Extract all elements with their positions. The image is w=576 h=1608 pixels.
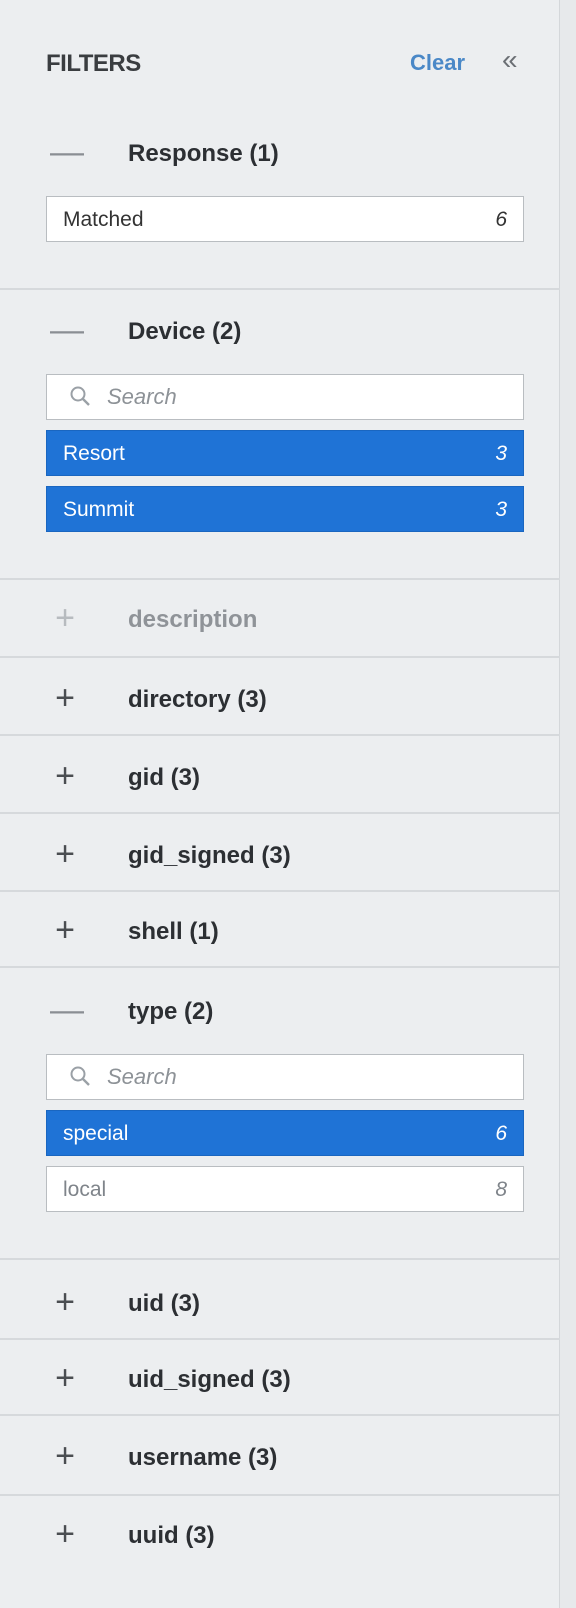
- filters-header: FILTERS Clear «: [0, 36, 560, 92]
- section-label-device: Device (2): [128, 318, 242, 345]
- section-divider: [0, 1414, 560, 1416]
- filter-option-count: 8: [495, 1178, 507, 1201]
- section-divider: [0, 890, 560, 892]
- search-icon: [70, 1066, 90, 1086]
- section-header-directory[interactable]: + directory (3): [0, 670, 560, 726]
- section-header-response[interactable]: — Response (1): [0, 124, 560, 180]
- section-header-username[interactable]: + username (3): [0, 1428, 560, 1484]
- section-divider: [0, 288, 560, 290]
- device-search-input[interactable]: [107, 381, 507, 413]
- clear-filters-link[interactable]: Clear: [410, 50, 465, 76]
- expand-section-icon: +: [55, 599, 75, 637]
- expand-section-icon[interactable]: +: [50, 678, 80, 718]
- search-icon: [70, 386, 90, 406]
- expand-section-icon[interactable]: +: [50, 1436, 80, 1476]
- expand-section-icon[interactable]: +: [50, 1282, 80, 1322]
- section-header-gid[interactable]: + gid (3): [0, 748, 560, 804]
- section-divider: [0, 812, 560, 814]
- filter-option-name: local: [63, 1178, 107, 1201]
- section-divider: [0, 1494, 560, 1496]
- section-label-uid: uid (3): [128, 1290, 200, 1317]
- section-header-uid-signed[interactable]: + uid_signed (3): [0, 1350, 560, 1406]
- section-label-directory: directory (3): [128, 686, 267, 713]
- type-search-input[interactable]: [107, 1061, 507, 1093]
- expand-section-icon[interactable]: +: [50, 1358, 80, 1398]
- section-divider: [0, 966, 560, 968]
- section-label-uuid: uuid (3): [128, 1522, 215, 1549]
- filter-option-name: Summit: [63, 498, 135, 521]
- collapse-section-icon[interactable]: —: [50, 310, 84, 350]
- section-header-description: + description: [0, 590, 560, 646]
- section-label-type: type (2): [128, 998, 214, 1025]
- collapse-section-icon[interactable]: —: [50, 990, 84, 1030]
- section-label-description: description: [128, 606, 258, 633]
- section-label-gid: gid (3): [128, 764, 200, 791]
- section-divider: [0, 1258, 560, 1260]
- filter-option-resort[interactable]: Resort 3: [46, 430, 524, 476]
- section-label-response: Response (1): [128, 140, 279, 167]
- type-search-box: [46, 1054, 524, 1100]
- filter-option-name: Matched: [63, 208, 144, 231]
- section-header-uuid[interactable]: + uuid (3): [0, 1506, 560, 1562]
- section-header-uid[interactable]: + uid (3): [0, 1274, 560, 1330]
- section-header-gid-signed[interactable]: + gid_signed (3): [0, 826, 560, 882]
- expand-section-icon[interactable]: +: [50, 910, 80, 950]
- section-label-gid-signed: gid_signed (3): [128, 842, 291, 869]
- filter-option-count: 6: [495, 208, 507, 231]
- section-divider: [0, 734, 560, 736]
- filter-option-name: special: [63, 1122, 129, 1145]
- collapse-section-icon[interactable]: —: [50, 132, 84, 172]
- filter-option-matched[interactable]: Matched 6: [46, 196, 524, 242]
- filter-option-count: 3: [495, 498, 507, 521]
- section-divider: [0, 656, 560, 658]
- section-header-type[interactable]: — type (2): [0, 982, 560, 1038]
- section-divider: [0, 1338, 560, 1340]
- section-label-uid-signed: uid_signed (3): [128, 1366, 291, 1393]
- expand-section-icon[interactable]: +: [50, 834, 80, 874]
- collapse-panel-icon[interactable]: «: [502, 44, 518, 76]
- section-label-shell: shell (1): [128, 918, 219, 945]
- filters-title: FILTERS: [46, 50, 141, 77]
- device-search-box: [46, 374, 524, 420]
- section-header-device[interactable]: — Device (2): [0, 302, 560, 358]
- expand-section-icon[interactable]: +: [50, 1514, 80, 1554]
- expand-section-icon[interactable]: +: [50, 756, 80, 796]
- section-label-username: username (3): [128, 1444, 278, 1471]
- section-divider: [0, 578, 560, 580]
- filter-option-local[interactable]: local 8: [46, 1166, 524, 1212]
- filter-option-summit[interactable]: Summit 3: [46, 486, 524, 532]
- filter-option-special[interactable]: special 6: [46, 1110, 524, 1156]
- section-header-shell[interactable]: + shell (1): [0, 902, 560, 958]
- filter-option-count: 6: [495, 1122, 507, 1145]
- filter-option-name: Resort: [63, 442, 125, 465]
- filters-panel: FILTERS Clear « — Response (1) Matched 6…: [0, 0, 560, 1608]
- filter-option-count: 3: [495, 442, 507, 465]
